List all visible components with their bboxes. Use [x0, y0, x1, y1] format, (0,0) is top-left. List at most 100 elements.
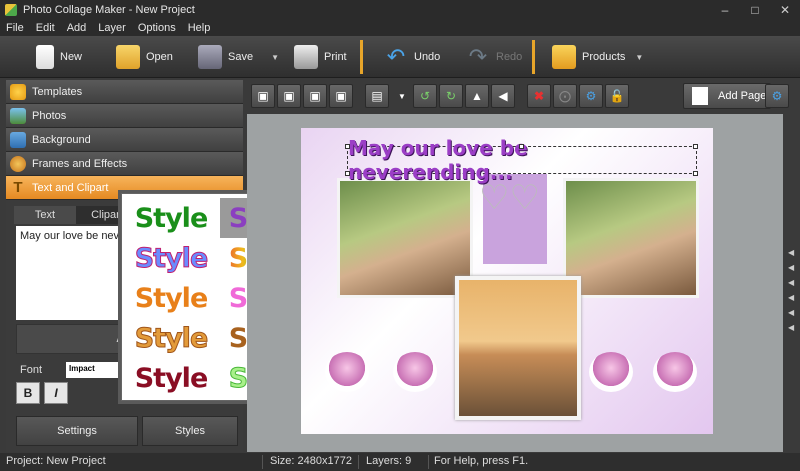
- delete-icon[interactable]: ✖: [527, 84, 551, 108]
- main-toolbar: New Open Save ▼ Print ↶ Undo ↷ Redo Prod…: [0, 36, 800, 78]
- open-button[interactable]: Open: [116, 40, 173, 74]
- new-button[interactable]: New: [36, 40, 82, 74]
- menu-bar: File Edit Add Layer Options Help: [0, 20, 800, 36]
- undo-button[interactable]: ↶ Undo: [384, 40, 441, 74]
- align-icon[interactable]: ▤: [365, 84, 389, 108]
- style-option[interactable]: Style: [126, 238, 216, 278]
- page-settings-icon[interactable]: ⚙: [765, 84, 789, 108]
- background-icon: [10, 131, 26, 148]
- undo-label: Undo: [414, 51, 441, 63]
- resize-handle[interactable]: [519, 144, 524, 149]
- hearts-clipart-icon[interactable]: ♡♡: [479, 178, 549, 248]
- menu-file[interactable]: File: [0, 22, 30, 34]
- collage-heading-text[interactable]: May our love be neverending...: [347, 136, 697, 184]
- resize-handle[interactable]: [693, 144, 698, 149]
- style-option[interactable]: Style: [126, 318, 216, 358]
- panel-collapse-arrows[interactable]: ◀ ◀ ◀ ◀ ◀ ◀: [788, 248, 800, 332]
- add-page-button[interactable]: Add Page: [683, 83, 771, 109]
- italic-button[interactable]: I: [44, 382, 68, 404]
- minimize-button[interactable]: –: [710, 0, 740, 20]
- send-backward-icon[interactable]: ▣: [277, 84, 301, 108]
- section-frames-effects[interactable]: Frames and Effects: [6, 152, 243, 176]
- chevron-left-icon[interactable]: ◀: [788, 323, 800, 332]
- styles-button[interactable]: Styles: [142, 416, 238, 446]
- menu-edit[interactable]: Edit: [30, 22, 61, 34]
- flip-horizontal-icon[interactable]: ▲: [465, 84, 489, 108]
- close-button[interactable]: ✕: [770, 0, 800, 20]
- print-button[interactable]: Print: [294, 40, 347, 74]
- section-label: Text and Clipart: [32, 181, 109, 194]
- tab-text[interactable]: Text: [14, 206, 76, 224]
- status-project: Project: New Project: [6, 455, 106, 467]
- status-size: Size: 2480x1772: [270, 455, 352, 467]
- lock-icon[interactable]: 🔓: [605, 84, 629, 108]
- menu-options[interactable]: Options: [132, 22, 182, 34]
- collage-canvas[interactable]: ♡♡ May our love be neverending...: [247, 114, 783, 452]
- rotate-right-icon[interactable]: ↻: [439, 84, 463, 108]
- rose-clipart-icon[interactable]: [653, 352, 697, 392]
- chevron-left-icon[interactable]: ◀: [788, 278, 800, 287]
- style-option[interactable]: Style: [126, 198, 216, 238]
- section-templates[interactable]: Templates: [6, 80, 243, 104]
- resize-handle[interactable]: [345, 144, 350, 149]
- menu-add[interactable]: Add: [61, 22, 93, 34]
- bring-to-front-icon[interactable]: ▣: [303, 84, 327, 108]
- save-button[interactable]: Save ▼: [198, 40, 279, 74]
- rose-clipart-icon[interactable]: [393, 352, 437, 392]
- status-separator: [358, 455, 359, 469]
- app-icon: [5, 4, 17, 16]
- photo-icon: [10, 107, 26, 124]
- beach-heart-photo[interactable]: [455, 276, 581, 420]
- rotate-left-icon[interactable]: ↺: [413, 84, 437, 108]
- chevron-left-icon[interactable]: ◀: [788, 293, 800, 302]
- resize-handle[interactable]: [345, 171, 350, 176]
- collage-page[interactable]: ♡♡ May our love be neverending...: [301, 128, 713, 434]
- add-page-icon: [692, 87, 708, 105]
- section-label: Frames and Effects: [32, 157, 128, 170]
- style-option[interactable]: Style: [126, 278, 216, 318]
- status-separator: [262, 455, 263, 469]
- save-dropdown-icon[interactable]: ▼: [271, 53, 279, 62]
- bring-forward-icon[interactable]: ▣: [251, 84, 275, 108]
- settings-gear-icon[interactable]: ⚙: [579, 84, 603, 108]
- toolbar-separator: [532, 40, 535, 74]
- chevron-left-icon[interactable]: ◀: [788, 248, 800, 257]
- maximize-button[interactable]: □: [740, 0, 770, 20]
- menu-layer[interactable]: Layer: [92, 22, 132, 34]
- redo-button[interactable]: ↷ Redo: [466, 40, 523, 74]
- add-page-label: Add Page: [718, 90, 767, 102]
- section-label: Templates: [32, 85, 83, 98]
- status-separator: [428, 455, 429, 469]
- palette-icon: [10, 155, 26, 172]
- resize-handle[interactable]: [693, 171, 698, 176]
- style-option[interactable]: Style: [126, 358, 216, 398]
- rose-clipart-icon[interactable]: [589, 352, 633, 392]
- toolbar-separator: [360, 40, 363, 74]
- flip-vertical-icon[interactable]: ◀: [491, 84, 515, 108]
- new-label: New: [60, 51, 83, 63]
- folder-icon: [116, 45, 140, 69]
- crop-icon[interactable]: ⨀: [553, 84, 577, 108]
- redo-label: Redo: [496, 51, 523, 63]
- section-background[interactable]: Background: [6, 128, 243, 152]
- rose-clipart-icon[interactable]: [325, 352, 369, 392]
- printer-icon: [294, 45, 318, 69]
- products-button[interactable]: Products ▼: [552, 40, 643, 74]
- section-photos[interactable]: Photos: [6, 104, 243, 128]
- star-icon: [10, 83, 26, 100]
- products-dropdown-icon[interactable]: ▼: [635, 53, 643, 62]
- new-document-icon: [36, 45, 54, 69]
- couple-photo-right[interactable]: [563, 178, 699, 298]
- undo-icon: ↶: [386, 44, 406, 69]
- send-to-back-icon[interactable]: ▣: [329, 84, 353, 108]
- chevron-left-icon[interactable]: ◀: [788, 308, 800, 317]
- title-bar: Photo Collage Maker - New Project – □ ✕: [0, 0, 800, 20]
- format-buttons: B I: [16, 382, 68, 404]
- bold-button[interactable]: B: [16, 382, 40, 404]
- couple-photo-left[interactable]: [337, 178, 473, 298]
- font-select[interactable]: Impact: [66, 362, 126, 378]
- menu-help[interactable]: Help: [182, 22, 217, 34]
- align-dropdown-icon[interactable]: ▼: [395, 84, 409, 108]
- settings-button[interactable]: Settings: [16, 416, 138, 446]
- chevron-left-icon[interactable]: ◀: [788, 263, 800, 272]
